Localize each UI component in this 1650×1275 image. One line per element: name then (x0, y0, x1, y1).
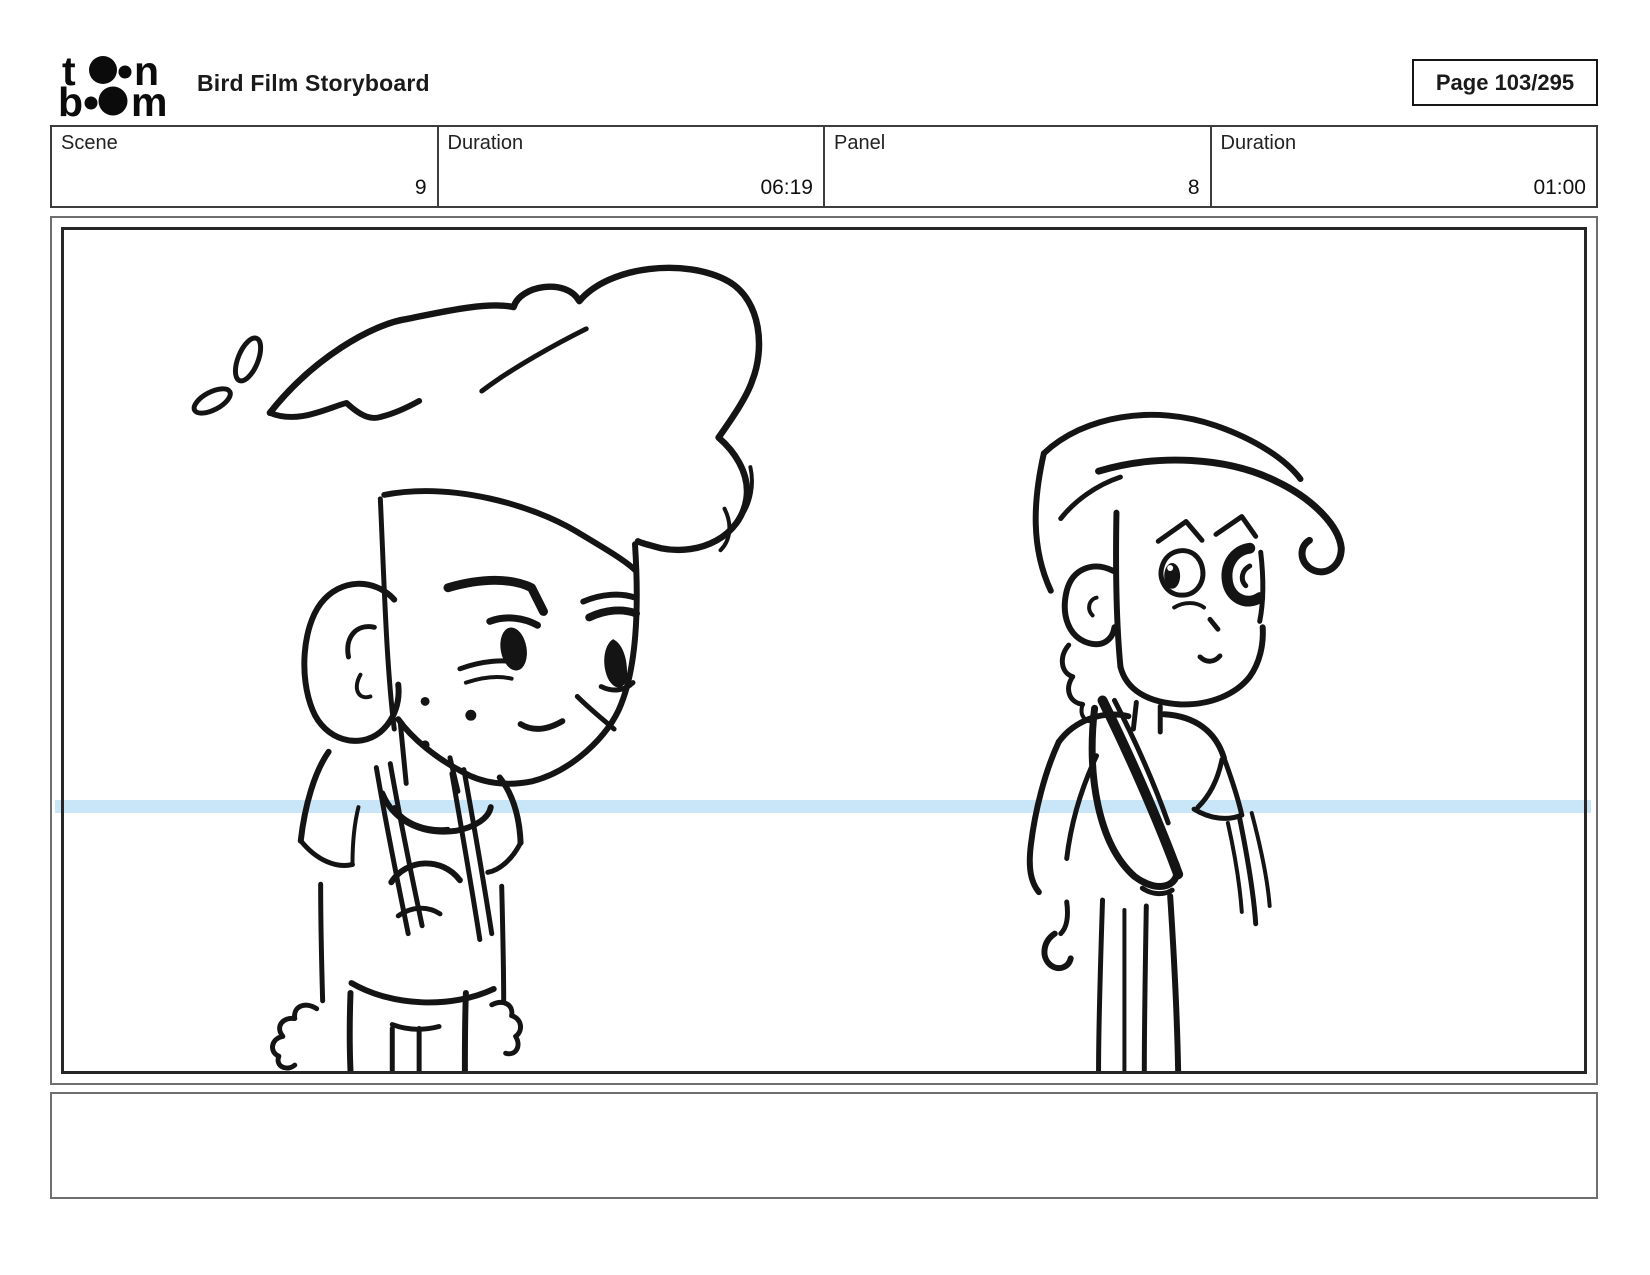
boy-hair-crease (479, 326, 589, 394)
storyboard-sketch (191, 264, 1345, 1071)
figure-near-pupil-highlight (1167, 565, 1174, 571)
boy-hair-texture-1 (718, 506, 732, 553)
logo-big-dot-2 (98, 86, 128, 116)
boy-nose (574, 693, 617, 732)
page-number-box: Page 103/295 (1412, 59, 1598, 106)
figure-drape-right-2 (1225, 820, 1244, 914)
boy-strap-right-a (449, 771, 483, 943)
boy-far-pupil (604, 639, 628, 688)
figure-face-left-edge (1113, 509, 1124, 670)
boy-freckle-1 (420, 696, 430, 706)
figure-right-sleeve-outer (1221, 755, 1245, 818)
boy-right-sleeve (485, 840, 524, 875)
logo-letter-m: m (131, 79, 167, 120)
figure-bang-tip-1 (1155, 519, 1205, 544)
boy-torso-left (318, 881, 326, 1004)
boy-strap-left-a (373, 765, 411, 937)
figure-cap-left-edge (1032, 450, 1054, 594)
figure-chin (1117, 624, 1266, 708)
boy-near-eyelid (486, 614, 541, 629)
figure-face-right-edge (1257, 549, 1266, 624)
figure-right-sleeve-inner (1195, 757, 1225, 810)
storyboard-pdf-page: t n b m Bird Film Storyboard Page 103/29… (0, 0, 1650, 1275)
figure-hand-curl (1041, 930, 1074, 971)
boy-shorts-line (389, 1022, 442, 1032)
scene-duration-cell: Duration 06:19 (439, 127, 825, 206)
figure-mouth (1197, 653, 1223, 664)
figure-right-sleeve-bottom (1191, 806, 1245, 821)
boy-right-shoulder (496, 774, 524, 846)
boy-torso-right (499, 883, 507, 1004)
scene-label: Scene (61, 132, 118, 154)
logo-small-dot-2 (84, 96, 98, 110)
boy-left-sleeve-inner (350, 805, 361, 867)
logo-letter-b: b (58, 79, 83, 120)
shot-info-table: Scene 9 Duration 06:19 Panel 8 Duration … (50, 125, 1598, 208)
boy-emphasis-mark-1 (232, 335, 264, 384)
boy-ear-inner (345, 624, 377, 660)
boy-shirt-hem (348, 980, 497, 1006)
page-number-label: Page 103/295 (1435, 69, 1575, 95)
boy-shirt-arc (388, 860, 463, 886)
figure-far-eye-inner-arc (1239, 563, 1253, 589)
figure-skirt-line-4 (1167, 893, 1182, 1071)
boy-freckle-2 (465, 709, 477, 721)
figure-hair-curl-2 (1066, 674, 1086, 707)
figure-wrist (1058, 899, 1070, 937)
scene-value: 9 (414, 176, 427, 199)
logo-big-dot-1 (89, 56, 117, 84)
panel-label: Panel (834, 132, 886, 154)
figure-cheek-line (1172, 601, 1206, 610)
figure-right-shoulder (1161, 711, 1227, 761)
boy-leg-outer-left (346, 989, 354, 1071)
scene-cell: Scene 9 (52, 127, 439, 206)
figure-cap-brim (1058, 474, 1123, 522)
figure-cap-top (1040, 411, 1304, 483)
boy-left-shoulder (297, 748, 332, 844)
figure-lapel-loop (1088, 704, 1181, 890)
camera-frame (61, 227, 1587, 1074)
boy-hair-fringe (266, 398, 423, 421)
boy-hairline-sweep (381, 488, 639, 574)
boy-freckle-3 (420, 740, 430, 750)
figure-bang-tip-2 (1213, 514, 1259, 539)
boy-ear-hook (354, 672, 373, 700)
figure-neck-left (1130, 699, 1139, 732)
boy-far-brow (580, 591, 638, 605)
figure-nose (1207, 616, 1221, 632)
boy-far-eyelid (585, 606, 640, 622)
panel-value: 8 (1187, 176, 1200, 199)
panel-duration-value: 01:00 (1533, 176, 1586, 199)
boy-near-brow (443, 575, 548, 616)
project-title: Bird Film Storyboard (197, 70, 430, 96)
logo-small-dot-1 (118, 65, 132, 79)
boy-left-sleeve (298, 838, 355, 868)
panel-cell: Panel 8 (825, 127, 1212, 206)
figure-skirt-line-3 (1141, 903, 1149, 1071)
boy-under-eye-crease-2 (463, 675, 514, 685)
boy-strap-left-b (387, 761, 425, 929)
figure-skirt-line-1 (1096, 897, 1106, 1071)
boy-face-left-edge (377, 496, 397, 732)
figure-ear-inner (1087, 595, 1099, 618)
figure-hair-curl-1 (1059, 642, 1076, 680)
scene-duration-label: Duration (447, 132, 524, 154)
figure-left-arm-outer (1026, 738, 1062, 896)
boy-emphasis-mark-2 (191, 386, 233, 416)
storyboard-panel (50, 216, 1598, 1085)
scene-duration-value: 06:19 (760, 176, 813, 199)
boy-leg-outer-right (461, 989, 469, 1071)
toonboom-logo: t n b m (58, 52, 167, 120)
boy-right-hand (489, 999, 523, 1057)
panel-duration-label: Duration (1220, 132, 1297, 154)
boy-left-hand (270, 1002, 320, 1071)
boy-pupil (500, 627, 527, 671)
boy-strap-right-b (461, 767, 495, 937)
caption-box (50, 1092, 1598, 1199)
boy-mouth (517, 718, 566, 732)
figure-bang-swoosh (1095, 456, 1345, 576)
panel-duration-cell: Duration 01:00 (1212, 127, 1597, 206)
